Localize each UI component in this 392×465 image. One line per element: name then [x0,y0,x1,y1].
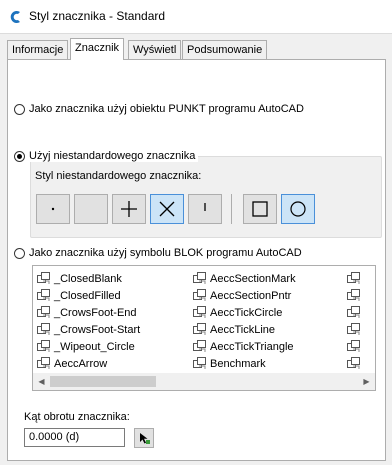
block-list-item[interactable]: AeccSectionMark [193,270,296,287]
block-item-label: _Wipeout_Circle [54,340,135,353]
block-list-item[interactable] [347,355,364,372]
block-symbol-option[interactable]: Jako znacznika użyj symbolu BLOK program… [14,247,302,259]
block-column-3 [347,270,364,372]
block-list-item[interactable]: _Wipeout_Circle [37,338,140,355]
app-icon [10,11,20,23]
block-item-label: AeccTickLine [210,323,276,336]
block-icon [37,289,50,301]
block-icon [347,357,360,369]
marker-square-button[interactable] [243,194,277,224]
block-item-label: _CrowsFoot-Start [54,323,141,336]
block-list-item[interactable]: Benchmark [193,355,296,372]
square-icon [252,201,268,217]
circle-icon [290,201,306,217]
block-item-label: AeccTickTriangle [210,340,294,353]
tick-icon [204,203,206,211]
block-item-label: _ClosedFilled [54,289,121,302]
pick-icon [140,433,150,444]
block-column-2: AeccSectionMark AeccSectionPntr AeccTickCi… [193,270,296,372]
dot-icon [51,207,55,211]
block-icon [193,306,206,318]
marker-dot-button[interactable] [36,194,70,224]
block-item-label: AeccTickCircle [210,306,283,319]
block-icon [193,357,206,369]
tab-informacje[interactable]: Informacje [7,40,69,59]
marker-x-button[interactable] [150,194,184,224]
marker-plus-button[interactable] [112,194,146,224]
block-icon [347,323,360,335]
block-item-label: _CrowsFoot-End [54,306,137,319]
pick-angle-button[interactable] [134,428,154,448]
tab-podsumowanie[interactable]: Podsumowanie [182,40,268,59]
scroll-right-icon[interactable]: ▶ [358,373,375,390]
block-column-1: _ClosedBlank _ClosedFilled _CrowsFoot-End _… [37,270,140,372]
block-icon [37,340,50,352]
point-object-radio[interactable] [14,103,25,115]
scroll-thumb[interactable] [50,376,156,387]
block-icon [347,272,360,284]
point-object-label: Jako znacznika użyj obiektu PUNKT progra… [29,103,304,115]
rotation-label: Kąt obrotu znacznika: [24,411,130,423]
tab-znacznik[interactable]: Znacznik [70,38,125,60]
x-icon [159,201,175,217]
block-list-item[interactable] [347,287,364,304]
block-item-label: AeccArrow [54,357,108,370]
blank-icon [81,199,101,219]
block-icon [193,272,206,284]
point-object-option[interactable]: Jako znacznika użyj obiektu PUNKT progra… [14,103,304,115]
block-list-item[interactable]: AeccSectionPntr [193,287,296,304]
marker-blank-button[interactable] [74,194,108,224]
block-symbol-label: Jako znacznika użyj symbolu BLOK program… [29,247,302,259]
rotation-angle-input[interactable]: 0.0000 (d) [24,428,125,447]
block-icon [347,289,360,301]
block-symbol-radio[interactable] [14,247,25,259]
block-list-item[interactable] [347,270,364,287]
marker-style-label: Styl niestandardowego znacznika: [35,170,202,182]
block-icon [37,323,50,335]
block-icon [193,289,206,301]
marker-divider [231,194,232,224]
block-icon [193,323,206,335]
marker-tick-button[interactable] [188,194,222,224]
block-list-item[interactable]: AeccTickCircle [193,304,296,321]
block-icon [37,306,50,318]
block-icon [37,357,50,369]
window-title: Styl znacznika - Standard [29,9,166,23]
block-list-item[interactable]: _ClosedBlank [37,270,140,287]
block-icon [347,306,360,318]
tab-wyswietl[interactable]: Wyświetl [128,40,182,59]
block-list-item[interactable]: AeccArrow [37,355,140,372]
block-list-item[interactable] [347,304,364,321]
block-icon [193,340,206,352]
block-list-item[interactable]: _CrowsFoot-End [37,304,140,321]
block-icon [37,272,50,284]
block-item-label: AeccSectionMark [210,272,296,285]
horizontal-scrollbar[interactable]: ◀ ▶ [33,373,375,390]
block-list[interactable]: _ClosedBlank _ClosedFilled _CrowsFoot-End _… [32,265,376,391]
custom-marker-radio[interactable] [14,150,25,162]
block-list-item[interactable]: AeccTickTriangle [193,338,296,355]
block-item-label: AeccSectionPntr [210,289,292,302]
marker-circle-button[interactable] [281,194,315,224]
block-item-label: _ClosedBlank [54,272,122,285]
block-icon [347,340,360,352]
block-list-item[interactable]: _CrowsFoot-Start [37,321,140,338]
block-list-item[interactable]: _ClosedFilled [37,287,140,304]
custom-marker-option[interactable]: Użyj niestandardowego znacznika [14,150,199,162]
custom-marker-label: Użyj niestandardowego znacznika [29,150,196,162]
block-list-item[interactable] [347,321,364,338]
tab-panel [7,59,386,461]
title-bar: Styl znacznika - Standard [0,0,392,34]
scroll-left-icon[interactable]: ◀ [33,373,50,390]
block-list-item[interactable]: AeccTickLine [193,321,296,338]
plus-icon [121,201,137,217]
block-list-item[interactable] [347,338,364,355]
block-item-label: Benchmark [210,357,266,370]
